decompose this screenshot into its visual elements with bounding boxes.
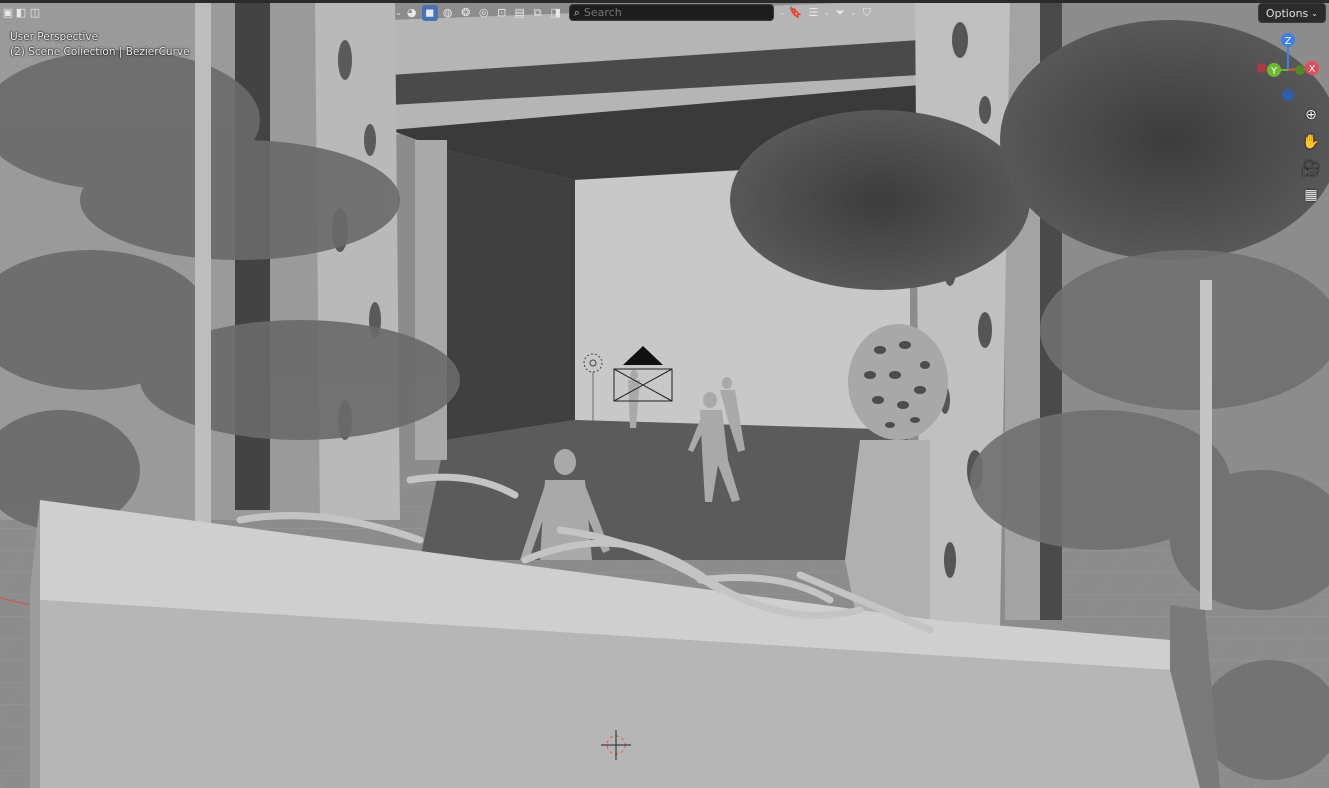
search-input[interactable] <box>579 6 764 19</box>
shield-icon[interactable]: ⛉ <box>859 5 875 21</box>
search-box[interactable]: ⌕ <box>568 4 774 21</box>
wireframe-shading-icon[interactable]: ◍ <box>440 5 456 21</box>
snap-icon[interactable]: ◨ <box>548 5 564 21</box>
material-preview-icon[interactable]: ❂ <box>458 5 474 21</box>
editor-mode-group: ▣ ◧ ◫ <box>2 3 42 22</box>
display-mode-chevron-icon[interactable]: ⌄ <box>823 8 830 17</box>
overlay-icon[interactable]: ⊡ <box>494 5 510 21</box>
gizmo-x-label: X <box>1309 64 1316 75</box>
ortho-grid-icon[interactable]: ▦ <box>1301 185 1321 205</box>
chevron-down-icon[interactable]: ⌄ <box>395 8 402 17</box>
display-mode-icon[interactable]: ☰ <box>805 5 821 21</box>
gizmo-neg-z-axis[interactable] <box>1282 89 1294 101</box>
viewport-header-tools: ⌄ ◕ ◼ ◍ ❂ ◎ ⊡ ▤ ⧉ ◨ ⌕ ⌄ 🔖 ☰ ⌄ ⏷ ⌄ ⛉ <box>394 3 876 22</box>
options-button[interactable]: Options ⌄ <box>1257 3 1326 23</box>
xray-icon[interactable]: ▤ <box>512 5 528 21</box>
select-box-icon[interactable]: ▣ <box>3 5 13 21</box>
zoom-icon[interactable]: ⊕ <box>1301 105 1321 125</box>
perspective-label: User Perspective <box>10 31 99 43</box>
filter-chevron-icon[interactable]: ⌄ <box>850 8 857 17</box>
filter-icon[interactable]: ⏷ <box>832 5 848 21</box>
collection-label: (2) Scene Collection | BezierCurve <box>10 46 190 58</box>
camera-view-icon[interactable]: 🎥 <box>1301 159 1321 179</box>
select-extend-icon[interactable]: ◧ <box>15 5 27 21</box>
bookmark-icon[interactable]: 🔖 <box>787 5 803 21</box>
chevron-down-icon: ⌄ <box>1311 8 1318 18</box>
shading-color-icon[interactable]: ◕ <box>404 5 420 21</box>
gizmo-neg-y-axis[interactable] <box>1295 65 1305 75</box>
search-options-chevron-icon[interactable]: ⌄ <box>779 8 786 17</box>
gizmo-z-label: Z <box>1285 36 1292 47</box>
options-label: Options <box>1265 6 1309 20</box>
3d-viewport[interactable]: ▣ ◧ ◫ ⌄ ◕ ◼ ◍ ❂ ◎ ⊡ ▤ ⧉ ◨ ⌕ ⌄ 🔖 ☰ ⌄ ⏷ ⌄ … <box>0 0 1329 788</box>
pan-hand-icon[interactable]: ✋ <box>1301 132 1321 152</box>
scene-render <box>0 0 1329 788</box>
gizmo-y-label: Y <box>1270 66 1278 77</box>
navigation-gizmo[interactable]: Z X Y <box>1252 30 1328 106</box>
rendered-preview-icon[interactable]: ◎ <box>476 5 492 21</box>
gizmo-neg-x-axis[interactable] <box>1257 63 1267 73</box>
solid-shading-icon[interactable]: ◼ <box>421 4 438 21</box>
select-subtract-icon[interactable]: ◫ <box>29 5 41 21</box>
mirror-icon[interactable]: ⧉ <box>530 5 546 21</box>
